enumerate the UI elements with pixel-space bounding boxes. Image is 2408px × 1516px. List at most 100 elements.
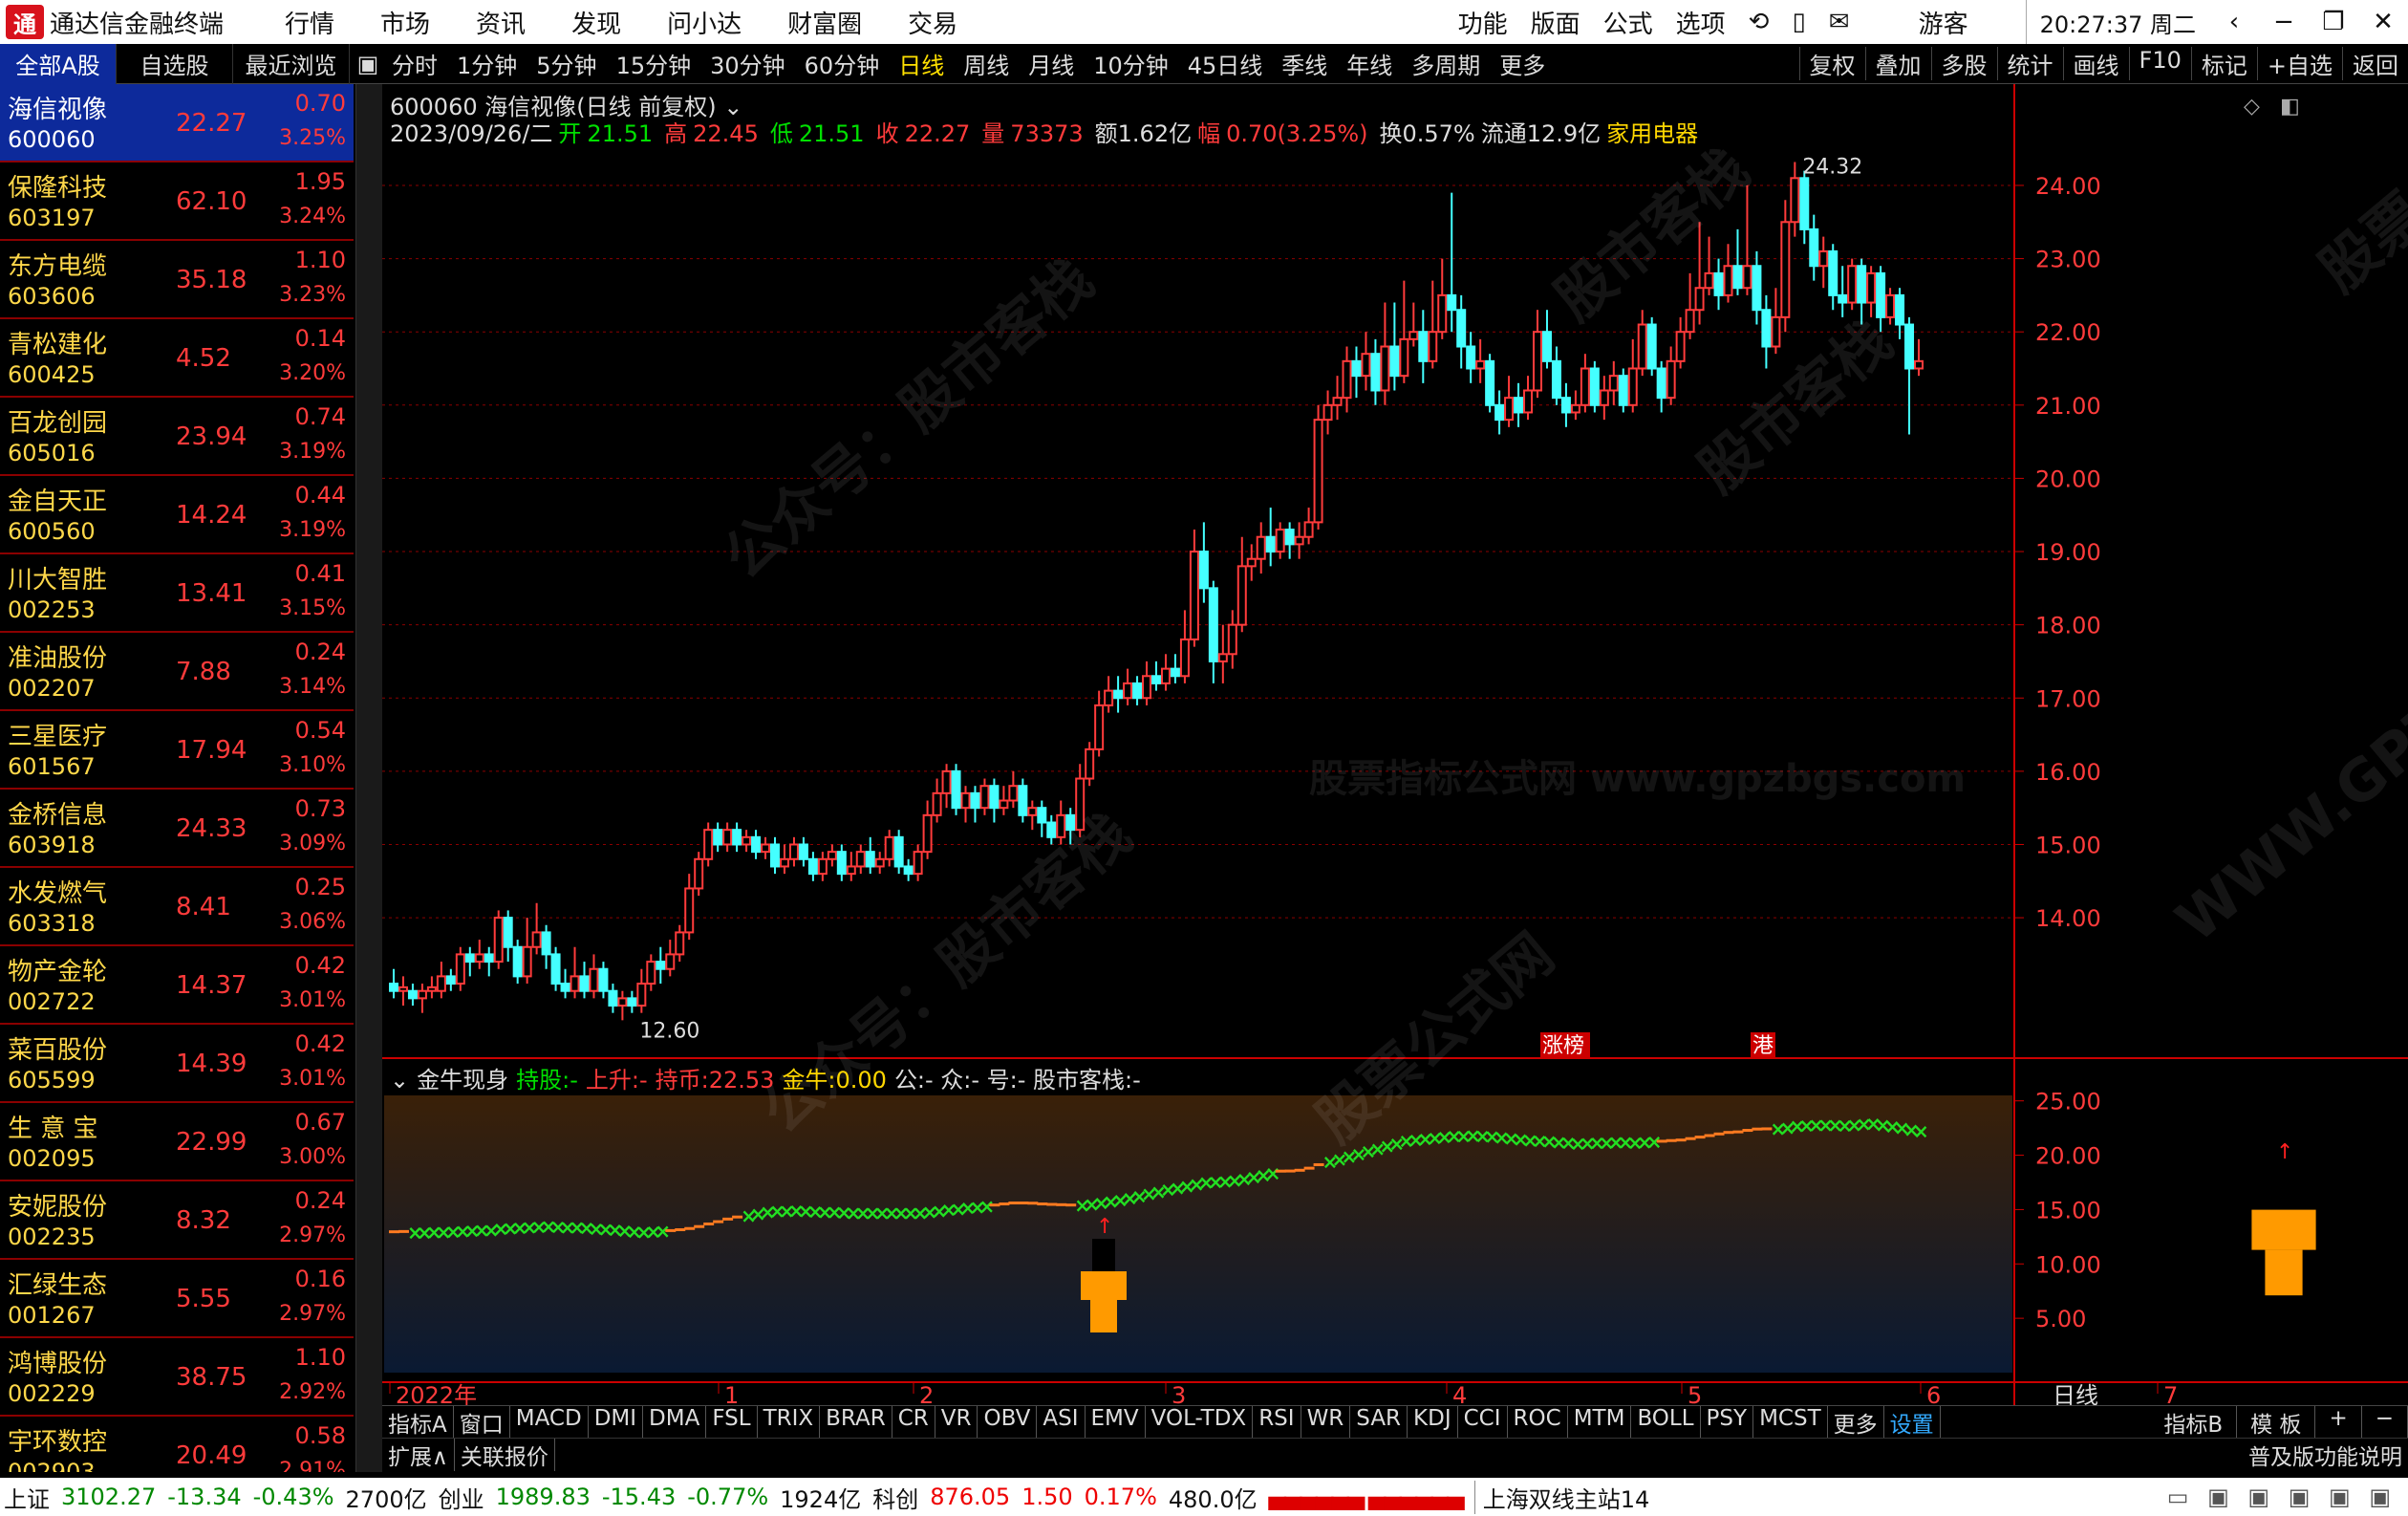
ext-tab-0[interactable]: 扩展∧	[382, 1438, 455, 1471]
server-label[interactable]: 上海双线主站14	[1473, 1480, 1649, 1514]
minimize-icon[interactable]: −	[2259, 8, 2309, 36]
kline-chart[interactable]: 24.00 23.00 22.00 21.00 20.00 19.00 18.00 17.00…	[382, 84, 2408, 1405]
list-item[interactable]: 海信视像 600060 22.27 0.70 3.25%	[0, 84, 354, 162]
phone-icon[interactable]: ▯	[1780, 8, 1817, 36]
period-tab-9[interactable]: 10分钟	[1084, 47, 1178, 80]
list-item[interactable]: 水发燃气 603318 8.41 0.25 3.06%	[0, 868, 354, 946]
indicator-tab-24[interactable]: 更多	[1828, 1405, 1884, 1439]
layout-icon[interactable]: ▣	[354, 51, 382, 77]
tool-tab-0[interactable]: 复权	[1798, 47, 1865, 80]
indicator-menu-icon[interactable]: ⌄	[390, 1067, 409, 1094]
indicator-tab-20[interactable]: MTM	[1568, 1405, 1632, 1439]
tool-tab-1[interactable]: 叠加	[1864, 47, 1931, 80]
period-tab-6[interactable]: 日线	[889, 47, 954, 80]
period-tab-5[interactable]: 60分钟	[795, 47, 890, 80]
tool-tab-8[interactable]: 返回	[2342, 47, 2408, 80]
bottom-right-2[interactable]: +	[2315, 1405, 2362, 1439]
indicator-tab-18[interactable]: CCI	[1458, 1405, 1508, 1439]
list-item[interactable]: 准油股份 002207 7.88 0.24 3.14%	[0, 633, 354, 711]
list-item[interactable]: 百龙创园 605016 23.94 0.74 3.19%	[0, 398, 354, 476]
watchlist-tab-0[interactable]: 全部A股	[0, 43, 117, 84]
indicator-tab-11[interactable]: ASI	[1037, 1405, 1086, 1439]
refresh-icon[interactable]: ⟲	[1737, 8, 1781, 36]
indicator-tab-13[interactable]: VOL-TDX	[1146, 1405, 1254, 1439]
period-tab-1[interactable]: 1分钟	[447, 47, 527, 80]
period-tab-0[interactable]: 分时	[382, 47, 447, 80]
list-item[interactable]: 保隆科技 603197 62.10 1.95 3.24%	[0, 162, 354, 241]
mail-icon[interactable]: ✉	[1817, 8, 1861, 36]
menu-3[interactable]: 发现	[548, 5, 644, 40]
list-item[interactable]: 物产金轮 002722 14.37 0.42 3.01%	[0, 946, 354, 1025]
menu-0[interactable]: 行情	[262, 5, 357, 40]
indicator-tab-23[interactable]: MCST	[1753, 1405, 1828, 1439]
period-tab-10[interactable]: 45日线	[1178, 47, 1273, 80]
watchlist-scrollbar[interactable]	[355, 84, 382, 1472]
indicator-tab-10[interactable]: OBV	[978, 1405, 1038, 1439]
tool-tab-4[interactable]: 画线	[2062, 47, 2129, 80]
watchlist-tab-1[interactable]: 自选股	[117, 43, 233, 84]
period-tab-11[interactable]: 季线	[1272, 47, 1337, 80]
period-tab-14[interactable]: 更多	[1490, 47, 1555, 80]
menu-1[interactable]: 市场	[357, 5, 453, 40]
list-item[interactable]: 生 意 宝 002095 22.99 0.67 3.00%	[0, 1103, 354, 1181]
indicator-tab-3[interactable]: DMI	[589, 1405, 644, 1439]
period-tab-12[interactable]: 年线	[1337, 47, 1402, 80]
indicator-tab-8[interactable]: CR	[892, 1405, 935, 1439]
list-item[interactable]: 青松建化 600425 4.52 0.14 3.20%	[0, 319, 354, 398]
indicator-tab-22[interactable]: PSY	[1701, 1405, 1754, 1439]
tool-tab-6[interactable]: 标记	[2190, 47, 2257, 80]
indicator-tab-15[interactable]: WR	[1301, 1405, 1351, 1439]
right-menu-2[interactable]: 公式	[1592, 5, 1665, 40]
indicator-tab-4[interactable]: DMA	[643, 1405, 707, 1439]
status-icons[interactable]: ▭ ▣ ▣ ▣ ▣ ▣	[2167, 1484, 2397, 1510]
restore-icon[interactable]: ❐	[2309, 8, 2358, 36]
period-tab-7[interactable]: 周线	[954, 47, 1019, 80]
tool-tab-5[interactable]: F10	[2128, 47, 2191, 80]
indicator-tab-5[interactable]: FSL	[706, 1405, 758, 1439]
back-icon[interactable]: ‹	[2209, 8, 2259, 36]
indicator-tab-14[interactable]: RSI	[1253, 1405, 1301, 1439]
indicator-tab-1[interactable]: 窗口	[454, 1405, 510, 1439]
list-item[interactable]: 川大智胜 002253 13.41 0.41 3.15%	[0, 554, 354, 633]
indicator-tab-19[interactable]: ROC	[1508, 1405, 1568, 1439]
watchlist-tab-2[interactable]: 最近浏览	[233, 43, 350, 84]
indicator-tab-9[interactable]: VR	[935, 1405, 978, 1439]
indicator-tab-2[interactable]: MACD	[510, 1405, 589, 1439]
period-tab-8[interactable]: 月线	[1019, 47, 1084, 80]
list-item[interactable]: 宇环数控 002903 20.49 0.58 2.91%	[0, 1417, 354, 1472]
kc-label[interactable]: 科创	[872, 1481, 918, 1514]
indicator-tab-16[interactable]: SAR	[1350, 1405, 1408, 1439]
indicator-tab-12[interactable]: EMV	[1086, 1405, 1146, 1439]
list-item[interactable]: 金自天正 600560 14.24 0.44 3.19%	[0, 476, 354, 554]
period-tab-4[interactable]: 30分钟	[700, 47, 795, 80]
right-menu-0[interactable]: 功能	[1447, 5, 1519, 40]
list-item[interactable]: 金桥信息 603918 24.33 0.73 3.09%	[0, 790, 354, 868]
list-item[interactable]: 菜百股份 605599 14.39 0.42 3.01%	[0, 1025, 354, 1103]
menu-2[interactable]: 资讯	[453, 5, 548, 40]
right-menu-1[interactable]: 版面	[1519, 5, 1592, 40]
sh-label[interactable]: 上证	[4, 1481, 50, 1514]
help-link[interactable]: 普及版功能说明	[2243, 1439, 2408, 1471]
right-menu-3[interactable]: 选项	[1665, 5, 1737, 40]
menu-6[interactable]: 交易	[885, 5, 980, 40]
indicator-tab-7[interactable]: BRAR	[820, 1405, 892, 1439]
period-tab-2[interactable]: 5分钟	[527, 47, 606, 80]
menu-5[interactable]: 财富圈	[764, 5, 885, 40]
menu-4[interactable]: 问小达	[644, 5, 764, 40]
list-item[interactable]: 三星医疗 601567 17.94 0.54 3.10%	[0, 711, 354, 790]
tool-tab-7[interactable]: +自选	[2256, 47, 2342, 80]
period-tab-3[interactable]: 15分钟	[607, 47, 701, 80]
cy-label[interactable]: 创业	[439, 1481, 484, 1514]
user-label[interactable]: 游客	[1861, 5, 2026, 40]
close-icon[interactable]: ✕	[2358, 8, 2408, 36]
info-sector[interactable]: 家用电器	[1606, 120, 1698, 147]
ext-tab-1[interactable]: 关联报价	[455, 1438, 555, 1471]
list-item[interactable]: 汇绿生态 001267 5.55 0.16 2.97%	[0, 1260, 354, 1338]
indicator-tab-21[interactable]: BOLL	[1631, 1405, 1701, 1439]
tool-tab-2[interactable]: 多股	[1930, 47, 1997, 80]
bottom-right-3[interactable]: −	[2362, 1405, 2408, 1439]
indicator-tab-17[interactable]: KDJ	[1408, 1405, 1458, 1439]
indicator-tab-0[interactable]: 指标A	[382, 1405, 454, 1439]
list-item[interactable]: 鸿博股份 002229 38.75 1.10 2.92%	[0, 1338, 354, 1417]
bottom-right-1[interactable]: 模 板	[2237, 1405, 2316, 1439]
